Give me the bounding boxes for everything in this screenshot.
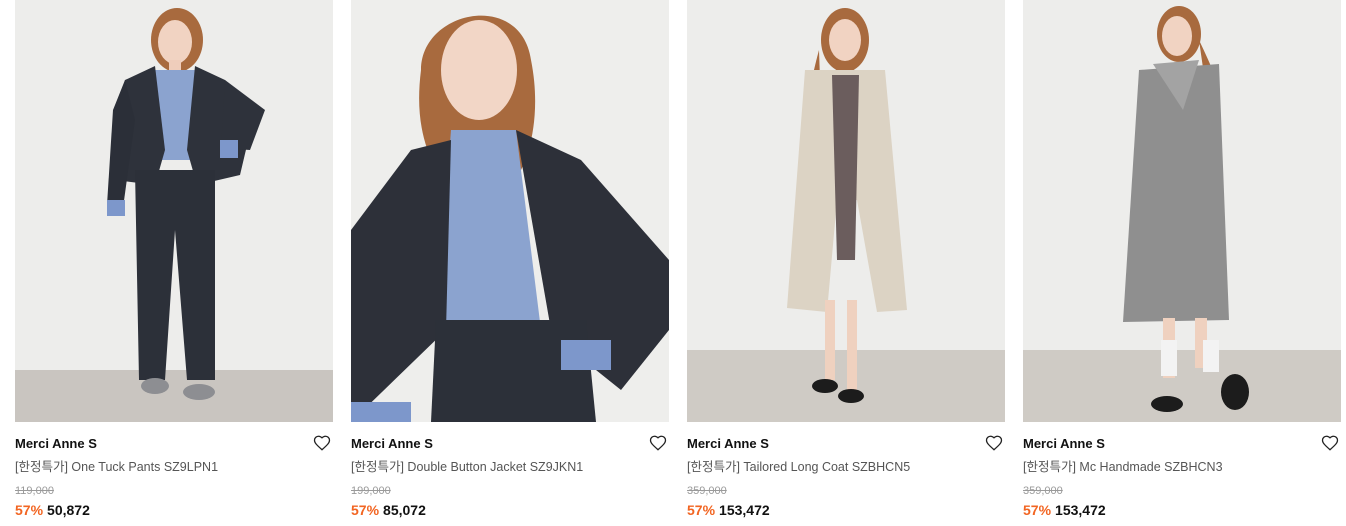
product-info: Merci Anne S [한정특가] Double Button Jacket… [351,422,669,519]
discount-rate: 57% [351,502,380,518]
brand-name[interactable]: Merci Anne S [15,436,333,452]
price-row: 57% 153,472 [687,501,1005,519]
product-card[interactable]: Merci Anne S [한정특가] One Tuck Pants SZ9LP… [15,0,333,526]
sale-price: 85,072 [383,502,426,518]
discount-rate: 57% [15,502,44,518]
product-grid: Merci Anne S [한정특가] One Tuck Pants SZ9LP… [0,0,1346,526]
brand-name[interactable]: Merci Anne S [687,436,1005,452]
sale-price: 153,472 [1055,502,1106,518]
product-info: Merci Anne S [한정특가] Mc Handmade SZBHCN3 … [1023,422,1341,519]
product-name[interactable]: [한정특가] Mc Handmade SZBHCN3 [1023,459,1341,475]
discount-rate: 57% [687,502,716,518]
heart-icon[interactable] [313,434,331,452]
heart-icon[interactable] [1321,434,1339,452]
product-image[interactable] [351,0,669,422]
original-price: 199,000 [351,485,391,497]
heart-icon[interactable] [649,434,667,452]
original-price: 359,000 [687,485,727,497]
product-info: Merci Anne S [한정특가] Tailored Long Coat S… [687,422,1005,519]
brand-name[interactable]: Merci Anne S [351,436,669,452]
product-image[interactable] [15,0,333,422]
discount-rate: 57% [1023,502,1052,518]
product-name[interactable]: [한정특가] Tailored Long Coat SZBHCN5 [687,459,1005,475]
product-card[interactable]: Merci Anne S [한정특가] Double Button Jacket… [351,0,669,526]
original-price: 119,000 [15,485,54,497]
price-row: 57% 50,872 [15,501,333,519]
product-image[interactable] [687,0,1005,422]
sale-price: 50,872 [47,502,90,518]
product-name[interactable]: [한정특가] One Tuck Pants SZ9LPN1 [15,459,333,475]
brand-name[interactable]: Merci Anne S [1023,436,1341,452]
heart-icon[interactable] [985,434,1003,452]
product-info: Merci Anne S [한정특가] One Tuck Pants SZ9LP… [15,422,333,519]
price-row: 57% 153,472 [1023,501,1341,519]
sale-price: 153,472 [719,502,770,518]
original-price: 359,000 [1023,485,1063,497]
product-card[interactable]: Merci Anne S [한정특가] Tailored Long Coat S… [687,0,1005,526]
product-name[interactable]: [한정특가] Double Button Jacket SZ9JKN1 [351,459,669,475]
price-row: 57% 85,072 [351,501,669,519]
product-image[interactable] [1023,0,1341,422]
product-card[interactable]: Merci Anne S [한정특가] Mc Handmade SZBHCN3 … [1023,0,1341,526]
